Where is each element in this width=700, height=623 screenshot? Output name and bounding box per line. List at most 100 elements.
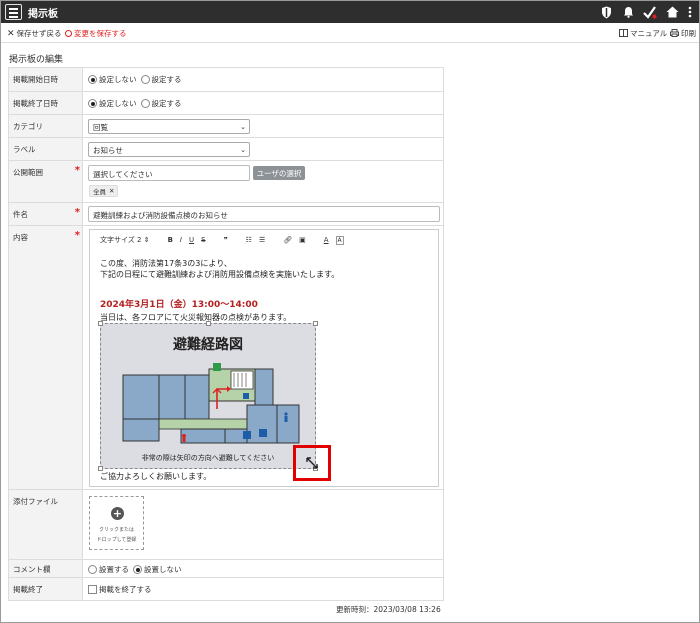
content-cell: 文字サイズ 2 ⇕ B I U S ❞ ☷ ☰ 🔗︎ ▣ A A この度、消防法…	[84, 226, 444, 489]
file-dropzone[interactable]: + クリックまたは ドロップして登録	[89, 496, 144, 550]
content-label: 内容 *	[8, 226, 83, 489]
bold-icon[interactable]: B	[168, 236, 173, 244]
select-user-button[interactable]: ユーザの選択	[253, 166, 305, 180]
more-vertical-icon[interactable]	[687, 4, 693, 20]
editor-toolbar: 文字サイズ 2 ⇕ B I U S ❞ ☷ ☰ 🔗︎ ▣ A A	[90, 230, 438, 250]
circle-icon	[65, 30, 72, 37]
resize-handle-tl[interactable]	[98, 321, 103, 326]
floor-plan-drawing	[122, 363, 300, 444]
save-button[interactable]: 変更を保存する	[65, 28, 127, 39]
start-date-radio-on[interactable]: 設定する	[140, 74, 182, 85]
shield-icon[interactable]	[599, 4, 613, 20]
underline-icon[interactable]: U	[189, 236, 194, 244]
tag-remove-icon[interactable]: ✕	[109, 187, 114, 195]
radio-selected-icon	[133, 565, 142, 574]
link-icon[interactable]: 🔗︎	[283, 236, 292, 244]
row-category: カテゴリ 回覧 ⌄	[8, 115, 444, 138]
italic-icon[interactable]: I	[180, 236, 182, 244]
rich-text-editor[interactable]: 文字サイズ 2 ⇕ B I U S ❞ ☷ ☰ 🔗︎ ▣ A A この度、消防法…	[89, 229, 439, 487]
start-date-radio-off[interactable]: 設定しない	[88, 74, 137, 85]
category-label: カテゴリ	[8, 115, 83, 137]
label-cell: お知らせ ⌄	[84, 138, 444, 160]
comments-radio-on[interactable]: 設置する	[88, 564, 129, 575]
row-subject: 件名 * 避難訓練および消防設備点検のお知らせ	[8, 203, 444, 226]
required-mark: *	[74, 165, 80, 176]
top-icons	[599, 4, 693, 20]
save-label: 変更を保存する	[74, 29, 127, 38]
resize-handle-t[interactable]	[206, 321, 211, 326]
scope-input[interactable]: 選択してください	[88, 165, 250, 181]
app-title: 掲示板	[28, 9, 58, 20]
content-closing: ご協力よろしくお願いします。	[100, 472, 212, 481]
subject-label: 件名 *	[8, 203, 83, 225]
scope-label: 公開範囲 *	[8, 161, 83, 202]
printer-icon	[670, 28, 679, 39]
end-posting-label: 掲載終了	[8, 578, 83, 600]
font-size-dropdown[interactable]: 文字サイズ 2 ⇕	[100, 235, 150, 245]
evacuation-map-image[interactable]: 避難経路図 非常の際は矢印の方向へ避難してください	[98, 321, 318, 471]
row-end-date: 掲載終了日時 設定しない 設定する	[8, 92, 444, 115]
subject-cell: 避難訓練および消防設備点検のお知らせ	[84, 203, 444, 225]
radio-selected-icon	[88, 75, 97, 84]
label-select[interactable]: お知らせ ⌄	[88, 142, 250, 157]
editor-text: この度、消防法第17条3の3により、 下記の日程にて避難訓練および消防用設備点検…	[100, 258, 339, 280]
row-start-date: 掲載開始日時 設定しない 設定する	[8, 68, 444, 92]
start-date-cell: 設定しない 設定する	[84, 68, 444, 91]
label-field-label: ラベル	[8, 138, 83, 160]
end-date-cell: 設定しない 設定する	[84, 92, 444, 114]
strikethrough-icon[interactable]: S	[201, 236, 205, 244]
resize-diagonal-icon[interactable]	[305, 456, 319, 470]
updated-time: 更新時刻：2023/03/08 13:26	[336, 605, 441, 614]
top-bar: 掲示板	[1, 1, 699, 23]
section-title: 掲示板の編集	[9, 55, 64, 65]
end-posting-checkbox[interactable]: 掲載を終了する	[88, 584, 152, 595]
category-select[interactable]: 回覧 ⌄	[88, 119, 250, 134]
checkbox-icon	[88, 585, 97, 594]
category-cell: 回覧 ⌄	[84, 115, 444, 137]
close-icon: ✕	[7, 28, 15, 39]
home-icon[interactable]	[665, 4, 679, 20]
print-label: 印刷	[681, 29, 696, 38]
print-button[interactable]: 印刷	[670, 28, 696, 39]
highlight-color-icon[interactable]: A	[335, 235, 344, 245]
attachments-cell: + クリックまたは ドロップして登録	[84, 490, 444, 559]
image-icon[interactable]: ▣	[299, 236, 306, 244]
comments-cell: 設置する 設置しない	[84, 560, 444, 577]
plus-icon: +	[111, 507, 124, 520]
end-date-radio-off[interactable]: 設定しない	[88, 98, 137, 109]
bullet-list-icon[interactable]: ☰	[259, 236, 265, 244]
scope-tag: 全員 ✕	[89, 185, 119, 197]
resize-handle-tr[interactable]	[313, 321, 318, 326]
edit-form: 掲載開始日時 設定しない 設定する 掲載終了日時 設定しない 設定する カテゴリ…	[8, 67, 444, 601]
manual-label: マニュアル	[630, 29, 668, 38]
start-date-label: 掲載開始日時	[8, 68, 83, 91]
bell-icon[interactable]	[621, 4, 635, 20]
quote-icon[interactable]: ❞	[224, 236, 228, 244]
content-line-1: この度、消防法第17条3の3により、	[100, 259, 232, 268]
manual-button[interactable]: マニュアル	[619, 28, 667, 39]
content-line-2: 下記の日程にて避難訓練および消防用設備点検を実施いたします。	[100, 270, 340, 279]
comments-label: コメント欄	[8, 560, 83, 577]
subject-input[interactable]: 避難訓練および消防設備点検のお知らせ	[88, 206, 440, 222]
radio-icon	[88, 565, 97, 574]
action-toolbar: ✕ 保存せず戻る 変更を保存する マニュアル 印刷	[1, 23, 699, 43]
scope-tag-label: 全員	[93, 188, 106, 196]
discard-button[interactable]: ✕ 保存せず戻る	[7, 28, 62, 39]
font-color-icon[interactable]: A	[324, 236, 329, 244]
required-mark: *	[74, 230, 80, 241]
radio-selected-icon	[88, 99, 97, 108]
hamburger-menu-icon[interactable]	[5, 4, 22, 20]
content-date-line: 2024年3月1日（金）13:00～14:00	[100, 300, 258, 310]
radio-icon	[140, 99, 150, 108]
book-icon	[619, 28, 628, 39]
ordered-list-icon[interactable]: ☷	[246, 236, 252, 244]
resize-handle-highlight	[293, 445, 331, 481]
radio-icon	[140, 75, 150, 84]
checkmark-icon[interactable]	[643, 4, 657, 20]
scope-cell: 選択してください ユーザの選択 全員 ✕	[84, 161, 444, 202]
end-posting-cell: 掲載を終了する	[84, 578, 444, 600]
chevron-down-icon: ⌄	[240, 146, 246, 154]
end-date-radio-on[interactable]: 設定する	[140, 98, 182, 109]
comments-radio-off[interactable]: 設置しない	[133, 564, 182, 575]
chevron-down-icon: ⌄	[240, 123, 246, 131]
